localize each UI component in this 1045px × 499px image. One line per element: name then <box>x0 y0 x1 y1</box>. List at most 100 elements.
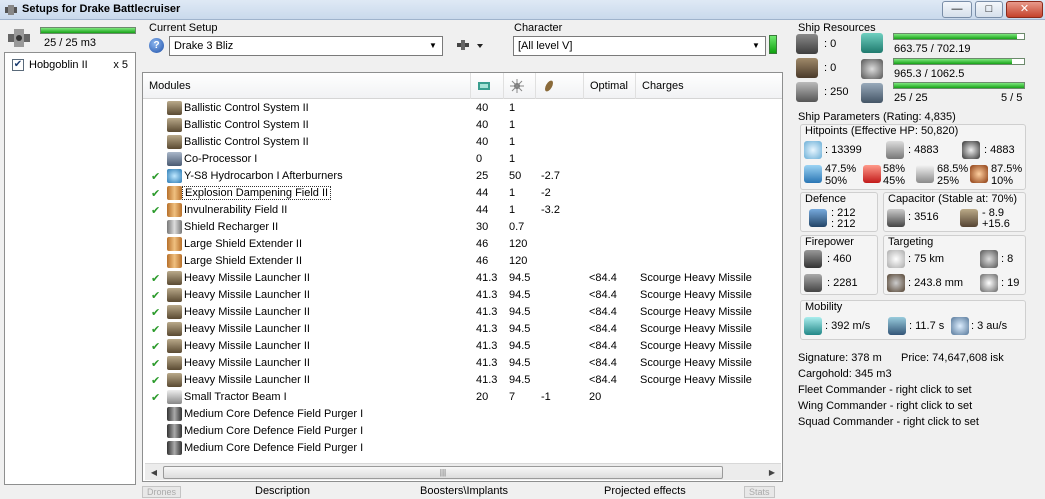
module-row[interactable]: Ballistic Control System II 40 1 <box>143 100 782 117</box>
tab-boosters-implants[interactable]: Boosters\Implants <box>420 485 508 499</box>
drone-bandwidth-icon <box>861 83 883 103</box>
module-row[interactable]: Ballistic Control System II 40 1 <box>143 134 782 151</box>
hitpoints-group: Hitpoints (Effective HP: 50,820) : 13399… <box>800 124 1026 190</box>
module-row[interactable]: ✔ Heavy Missile Launcher II 41.3 94.5 <84.4 S… <box>143 304 782 321</box>
column-powergrid[interactable] <box>504 73 536 99</box>
targeting-range-value: : 75 km <box>908 253 945 265</box>
launcher-hardpoint-icon <box>796 58 818 78</box>
module-active-check-icon[interactable]: ✔ <box>151 374 163 387</box>
module-row[interactable]: ✔ Heavy Missile Launcher II 41.3 94.5 <84.4 S… <box>143 372 782 389</box>
module-row[interactable]: Shield Recharger II 30 0.7 <box>143 219 782 236</box>
tab-description[interactable]: Description <box>255 485 310 499</box>
squad-commander[interactable]: Squad Commander - right click to set <box>798 416 979 428</box>
max-targets-value: : 8 <box>1001 253 1014 265</box>
module-row[interactable]: Large Shield Extender II 46 120 <box>143 236 782 253</box>
module-row[interactable]: Co-Processor I 0 1 <box>143 151 782 168</box>
module-row[interactable]: ✔ Heavy Missile Launcher II 41.3 94.5 <84.4 S… <box>143 338 782 355</box>
module-row[interactable]: ✔ Heavy Missile Launcher II 41.3 94.5 <84.4 S… <box>143 287 782 304</box>
module-optimal: <84.4 <box>589 272 617 284</box>
module-active-check-icon[interactable]: ✔ <box>151 357 163 370</box>
module-row[interactable]: ✔ Invulnerability Field II 44 1 -3.2 <box>143 202 782 219</box>
maximize-button[interactable]: □ <box>975 1 1003 18</box>
module-row[interactable]: Medium Core Defence Field Purger I <box>143 406 782 423</box>
scroll-left-icon[interactable]: ◀ <box>147 466 161 479</box>
em-resist-icon <box>804 165 822 183</box>
column-cpu[interactable] <box>471 73 504 99</box>
structure-hp-value: : 4883 <box>984 144 1015 156</box>
drone-item[interactable]: ✔ Hobgoblin II x 5 <box>10 57 132 73</box>
calibration-icon <box>796 82 818 102</box>
scrollbar-thumb[interactable]: ||| <box>163 466 723 479</box>
minimize-button[interactable]: — <box>942 1 972 18</box>
module-row[interactable]: ✔ Heavy Missile Launcher II 41.3 94.5 <84.4 S… <box>143 270 782 287</box>
launcher-hardpoints-value: : 0 <box>824 62 837 74</box>
module-active-check-icon[interactable]: ✔ <box>151 289 163 302</box>
module-cpu: 41.3 <box>476 306 498 318</box>
scroll-right-icon[interactable]: ▶ <box>765 466 779 479</box>
module-row[interactable]: Ballistic Control System II 40 1 <box>143 117 782 134</box>
module-active-check-icon[interactable]: ✔ <box>151 272 163 285</box>
targeting-group: Targeting : 75 km : 8 : 243.8 mm : 19 <box>883 235 1026 295</box>
mobility-title: Mobility <box>805 301 843 313</box>
setup-select[interactable]: Drake 3 Bliz ▼ <box>169 36 443 56</box>
module-name: Ballistic Control System II <box>184 102 309 114</box>
em-armor-resist: 50% <box>825 175 848 187</box>
chevron-down-icon: ▼ <box>429 41 437 50</box>
module-name: Ballistic Control System II <box>184 119 309 131</box>
module-row[interactable]: ✔ Y-S8 Hydrocarbon I Afterburners 25 50 -2.7 <box>143 168 782 185</box>
modules-header: Modules Optimal Charges <box>143 73 782 99</box>
tab-drones[interactable]: Drones <box>142 486 182 498</box>
fleet-commander[interactable]: Fleet Commander - right click to set <box>798 384 972 396</box>
help-icon[interactable]: ? <box>149 38 164 53</box>
module-active-check-icon[interactable]: ✔ <box>151 306 163 319</box>
module-active-check-icon[interactable]: ✔ <box>151 340 163 353</box>
module-row[interactable]: Medium Core Defence Field Purger I <box>143 423 782 440</box>
tab-projected-effects[interactable]: Projected effects <box>604 485 686 499</box>
rig-module-icon <box>167 424 182 438</box>
module-active-check-icon[interactable]: ✔ <box>151 204 163 217</box>
module-cpu: 41.3 <box>476 272 498 284</box>
rig-module-icon <box>167 441 182 455</box>
module-cpu: 44 <box>476 187 489 199</box>
tab-stats[interactable]: Stats <box>744 486 775 498</box>
column-capacitor[interactable] <box>536 73 584 99</box>
module-active-check-icon[interactable]: ✔ <box>151 391 163 404</box>
module-name: Explosion Dampening Field II <box>182 186 332 200</box>
module-powergrid: 94.5 <box>509 289 531 301</box>
defence-title: Defence <box>805 193 846 205</box>
module-row[interactable]: Large Shield Extender II 46 120 <box>143 253 782 270</box>
module-powergrid: 94.5 <box>509 272 531 284</box>
capacitor-group: Capacitor (Stable at: 70%) : 3516 - 8.9 … <box>883 192 1026 232</box>
module-powergrid: 94.5 <box>509 374 531 386</box>
wing-commander[interactable]: Wing Commander - right click to set <box>798 400 972 412</box>
module-cpu: 40 <box>476 136 489 148</box>
setup-tools-icon[interactable] <box>455 38 487 54</box>
defence-value-b: : 212 <box>831 218 856 230</box>
modules-horizontal-scrollbar[interactable]: ◀ ||| ▶ <box>145 463 781 480</box>
module-active-check-icon[interactable]: ✔ <box>151 187 163 200</box>
drone-active-checkbox[interactable]: ✔ <box>12 59 24 71</box>
shield-module-icon <box>167 186 182 200</box>
module-cpu: 46 <box>476 238 489 250</box>
module-row[interactable]: Medium Core Defence Field Purger I <box>143 440 782 457</box>
close-button[interactable]: ✕ <box>1006 1 1043 18</box>
module-cpu: 41.3 <box>476 374 498 386</box>
drone-qty: x 5 <box>113 59 128 71</box>
launcher-module-icon <box>167 322 182 336</box>
volley-value: : 460 <box>827 253 852 265</box>
module-row[interactable]: ✔ Explosion Dampening Field II 44 1 -2 <box>143 185 782 202</box>
column-charges[interactable]: Charges <box>636 73 782 99</box>
drones-active-value: 5 / 5 <box>1001 92 1023 104</box>
module-row[interactable]: ✔ Heavy Missile Launcher II 41.3 94.5 <84.4 S… <box>143 355 782 372</box>
launcher-module-icon <box>167 118 182 132</box>
module-active-check-icon[interactable]: ✔ <box>151 323 163 336</box>
module-row[interactable]: ✔ Small Tractor Beam I 20 7 -1 20 <box>143 389 782 406</box>
column-optimal[interactable]: Optimal <box>584 73 636 99</box>
calibration-value: : 250 <box>824 86 849 98</box>
column-modules[interactable]: Modules <box>143 73 471 99</box>
module-row[interactable]: ✔ Heavy Missile Launcher II 41.3 94.5 <84.4 S… <box>143 321 782 338</box>
module-active-check-icon[interactable]: ✔ <box>151 170 163 183</box>
module-cpu: 41.3 <box>476 340 498 352</box>
character-select[interactable]: [All level V] ▼ <box>513 36 766 56</box>
module-capacitor: -2.7 <box>541 170 560 182</box>
